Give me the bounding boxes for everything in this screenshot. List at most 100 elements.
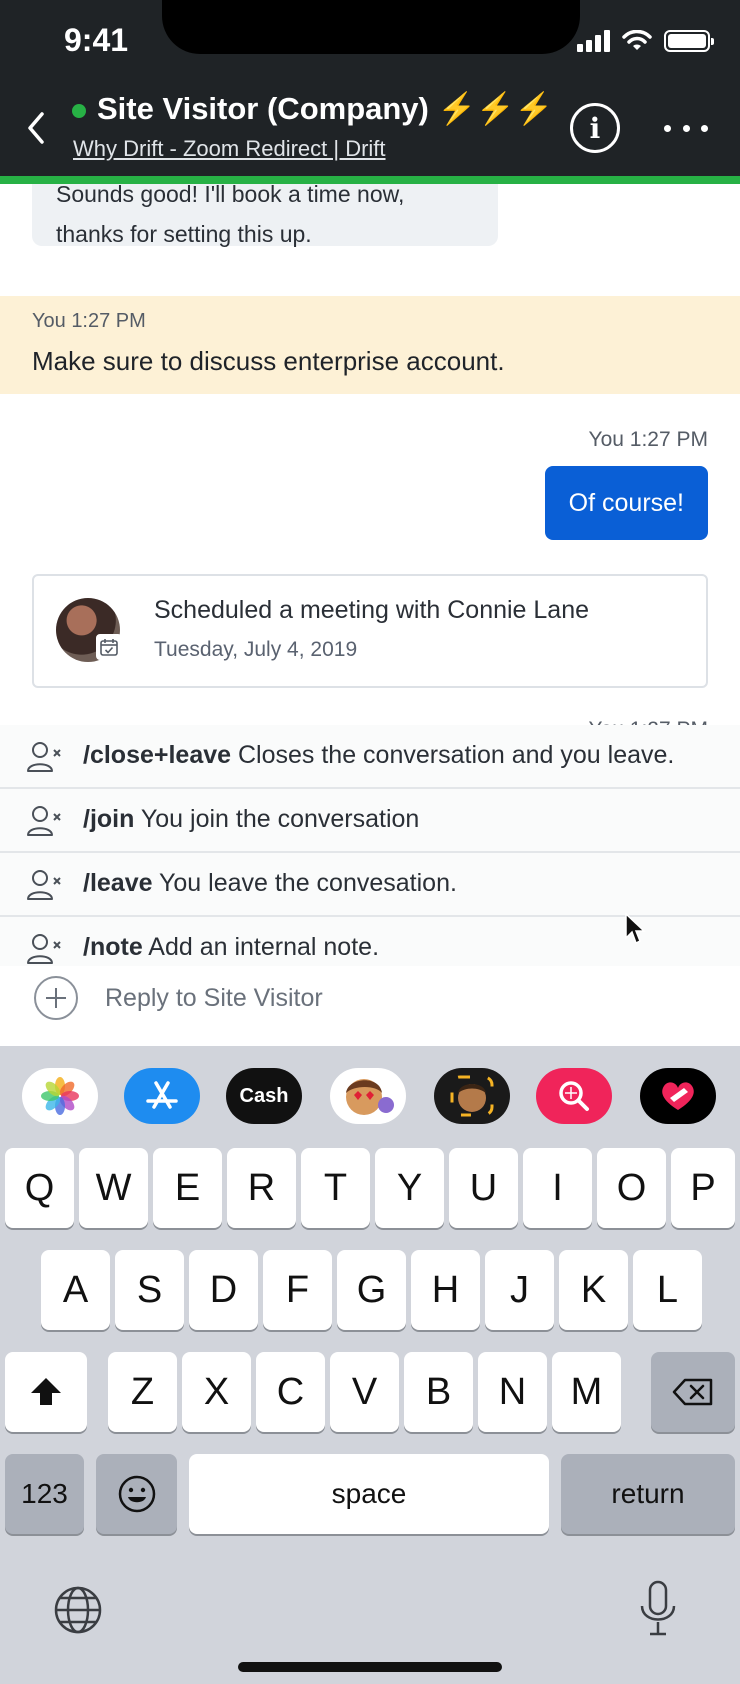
command-name: /leave xyxy=(83,869,153,897)
on-screen-keyboard: Cash Q W E R T Y U I O P A S D F G H J K… xyxy=(0,1046,740,1684)
key-j[interactable]: J xyxy=(485,1250,554,1330)
key-m[interactable]: M xyxy=(552,1352,621,1432)
globe-icon[interactable] xyxy=(52,1584,104,1636)
note-time: 1:27 PM xyxy=(71,310,146,332)
key-t[interactable]: T xyxy=(301,1148,370,1228)
key-e[interactable]: E xyxy=(153,1148,222,1228)
reply-input[interactable] xyxy=(105,976,705,1020)
battery-icon xyxy=(664,30,714,52)
back-icon[interactable] xyxy=(20,104,52,152)
incoming-message-line: thanks for setting this up. xyxy=(56,221,312,247)
command-name: /close+leave xyxy=(83,741,232,769)
key-q[interactable]: Q xyxy=(5,1148,74,1228)
key-k[interactable]: K xyxy=(559,1250,628,1330)
key-g[interactable]: G xyxy=(337,1250,406,1330)
incoming-message-line: Sounds good! I'll book a time now, xyxy=(56,184,405,207)
command-join[interactable]: /join You join the conversation xyxy=(0,789,740,853)
app-store-icon[interactable] xyxy=(124,1068,200,1124)
backspace-icon xyxy=(672,1378,713,1406)
command-text: /join You join the conversation xyxy=(83,805,419,834)
key-w[interactable]: W xyxy=(79,1148,148,1228)
key-d[interactable]: D xyxy=(189,1250,258,1330)
numbers-key[interactable]: 123 xyxy=(5,1454,84,1534)
meeting-card[interactable]: Scheduled a meeting with Connie Lane Tue… xyxy=(32,574,708,688)
keyboard-app-bar: Cash xyxy=(0,1068,740,1124)
emoji-key[interactable] xyxy=(96,1454,177,1534)
key-f[interactable]: F xyxy=(263,1250,332,1330)
conversation-title[interactable]: Site Visitor (Company) ⚡⚡⚡ xyxy=(97,90,553,127)
key-i[interactable]: I xyxy=(523,1148,592,1228)
search-images-icon[interactable] xyxy=(536,1068,612,1124)
command-description: You leave the convesation. xyxy=(152,869,457,897)
meeting-date: Tuesday, July 4, 2019 xyxy=(154,638,358,661)
key-s[interactable]: S xyxy=(115,1250,184,1330)
key-a[interactable]: A xyxy=(41,1250,110,1330)
key-v[interactable]: V xyxy=(330,1352,399,1432)
emoji-icon xyxy=(118,1475,155,1513)
key-c[interactable]: C xyxy=(256,1352,325,1432)
command-description: Add an internal note. xyxy=(142,933,380,961)
header-accent-bar xyxy=(0,176,740,184)
cash-label: Cash xyxy=(239,1084,289,1107)
outgoing-time: 1:27 PM xyxy=(629,428,708,451)
incoming-message: Sounds good! I'll book a time now, thank… xyxy=(32,184,498,247)
message-list[interactable]: Sounds good! I'll book a time now, thank… xyxy=(0,184,740,734)
note-meta: You 1:27 PM xyxy=(32,310,146,333)
meeting-title: Scheduled a meeting with Connie Lane xyxy=(154,596,590,624)
key-u[interactable]: U xyxy=(449,1148,518,1228)
backspace-key[interactable] xyxy=(651,1352,735,1432)
command-close-leave[interactable]: /close+leave Closes the conversation and… xyxy=(0,725,740,789)
command-text: /close+leave Closes the conversation and… xyxy=(83,741,674,770)
status-time: 9:41 xyxy=(64,22,129,58)
key-o[interactable]: O xyxy=(597,1148,666,1228)
more-icon[interactable] xyxy=(662,108,710,148)
page-link[interactable]: Why Drift - Zoom Redirect | Drift xyxy=(73,136,386,162)
note-author: You xyxy=(32,310,66,332)
home-indicator xyxy=(238,1662,502,1672)
microphone-icon[interactable] xyxy=(636,1578,680,1640)
signal-icon xyxy=(577,30,610,52)
mouse-cursor-icon xyxy=(625,912,646,945)
remove-user-icon xyxy=(27,934,61,964)
command-name: /note xyxy=(83,933,143,961)
return-key[interactable]: return xyxy=(561,1454,735,1534)
key-h[interactable]: H xyxy=(411,1250,480,1330)
status-icons xyxy=(577,30,714,52)
key-y[interactable]: Y xyxy=(375,1148,444,1228)
key-n[interactable]: N xyxy=(478,1352,547,1432)
remove-user-icon xyxy=(27,806,61,836)
memoji-icon[interactable] xyxy=(434,1068,510,1124)
online-status-dot xyxy=(72,104,86,118)
command-name: /join xyxy=(83,805,135,833)
remove-user-icon xyxy=(27,870,61,900)
remove-user-icon xyxy=(27,742,61,772)
outgoing-meta: You 1:27 PM xyxy=(589,428,709,452)
outgoing-author: You xyxy=(588,428,624,451)
key-l[interactable]: L xyxy=(633,1250,702,1330)
command-description: Closes the conversation and you leave. xyxy=(231,741,675,769)
space-key[interactable]: space xyxy=(189,1454,549,1534)
memoji-stickers-icon[interactable] xyxy=(330,1068,406,1124)
key-b[interactable]: B xyxy=(404,1352,473,1432)
command-text: /leave You leave the convesation. xyxy=(83,869,457,898)
apple-cash-icon[interactable]: Cash xyxy=(226,1068,302,1124)
info-icon[interactable]: i xyxy=(570,103,620,153)
chat-header: 9:41 Site Visitor (Company) ⚡⚡⚡ Why Drif… xyxy=(0,0,740,184)
heart-stickers-icon[interactable] xyxy=(640,1068,716,1124)
wifi-icon xyxy=(622,30,652,50)
photos-icon[interactable] xyxy=(22,1068,98,1124)
key-x[interactable]: X xyxy=(182,1352,251,1432)
command-leave[interactable]: /leave You leave the convesation. xyxy=(0,853,740,917)
device-notch xyxy=(162,0,580,54)
command-text: /note Add an internal note. xyxy=(83,933,379,962)
command-description: You join the conversation xyxy=(134,805,420,833)
note-text: Make sure to discuss enterprise account. xyxy=(32,346,505,376)
shift-icon xyxy=(31,1378,61,1405)
reply-composer xyxy=(0,966,740,1046)
add-attachment-icon[interactable] xyxy=(34,976,78,1020)
outgoing-message: Of course! xyxy=(544,466,708,540)
shift-key[interactable] xyxy=(5,1352,87,1432)
key-z[interactable]: Z xyxy=(108,1352,177,1432)
key-r[interactable]: R xyxy=(227,1148,296,1228)
key-p[interactable]: P xyxy=(671,1148,735,1228)
